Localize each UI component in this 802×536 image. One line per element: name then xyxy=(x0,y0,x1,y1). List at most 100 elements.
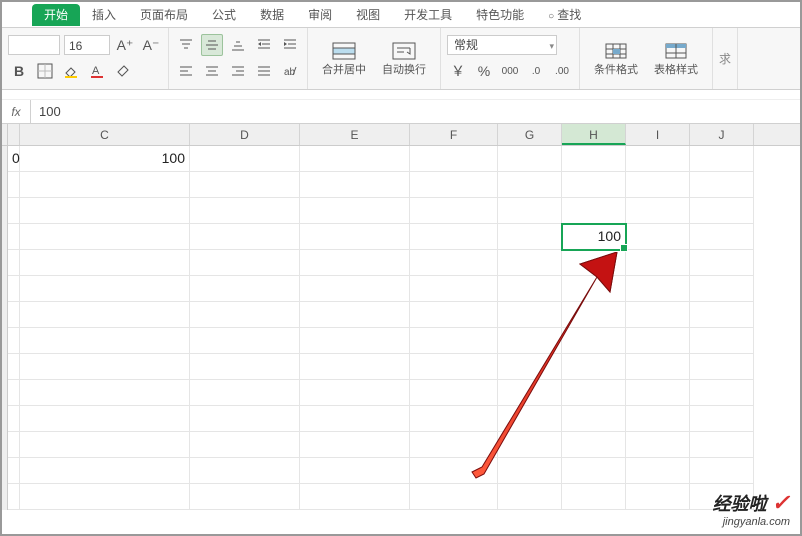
cell[interactable] xyxy=(8,354,20,380)
col-header-g[interactable]: G xyxy=(498,124,562,145)
cell[interactable] xyxy=(300,484,410,510)
border-icon[interactable] xyxy=(34,60,56,82)
wrap-text-button[interactable]: 自动换行 xyxy=(374,32,434,86)
percent-icon[interactable]: % xyxy=(473,60,495,82)
cell[interactable] xyxy=(498,328,562,354)
cell[interactable] xyxy=(20,458,190,484)
cell[interactable] xyxy=(690,302,754,328)
align-bottom-icon[interactable] xyxy=(227,34,249,56)
cell[interactable] xyxy=(562,380,626,406)
tab-insert[interactable]: 插入 xyxy=(80,4,128,26)
cell[interactable] xyxy=(190,484,300,510)
font-color-icon[interactable]: A xyxy=(86,60,108,82)
cell[interactable] xyxy=(690,146,754,172)
cell[interactable] xyxy=(300,328,410,354)
cell[interactable] xyxy=(498,458,562,484)
cell[interactable] xyxy=(410,458,498,484)
cell[interactable] xyxy=(562,302,626,328)
cell[interactable] xyxy=(410,172,498,198)
cell[interactable] xyxy=(20,354,190,380)
cell[interactable] xyxy=(690,250,754,276)
cell[interactable] xyxy=(190,302,300,328)
cell[interactable] xyxy=(498,198,562,224)
indent-decrease-icon[interactable] xyxy=(253,34,275,56)
cell[interactable] xyxy=(690,432,754,458)
col-header-e[interactable]: E xyxy=(300,124,410,145)
cell[interactable] xyxy=(410,432,498,458)
tab-dev[interactable]: 开发工具 xyxy=(392,4,464,26)
cell[interactable] xyxy=(690,380,754,406)
cell[interactable] xyxy=(190,432,300,458)
cell[interactable] xyxy=(8,380,20,406)
tab-data[interactable]: 数据 xyxy=(248,4,296,26)
align-right-icon[interactable] xyxy=(227,60,249,82)
cell[interactable] xyxy=(626,198,690,224)
cell[interactable] xyxy=(562,484,626,510)
cell[interactable] xyxy=(626,380,690,406)
cell[interactable] xyxy=(410,484,498,510)
cell[interactable] xyxy=(300,406,410,432)
cell[interactable] xyxy=(626,276,690,302)
cell[interactable] xyxy=(498,354,562,380)
cell[interactable] xyxy=(626,484,690,510)
cell[interactable] xyxy=(300,432,410,458)
fx-label[interactable]: fx xyxy=(2,105,30,119)
fill-color-icon[interactable] xyxy=(60,60,82,82)
cell[interactable] xyxy=(562,172,626,198)
cell[interactable] xyxy=(190,458,300,484)
cell[interactable] xyxy=(300,458,410,484)
cell[interactable] xyxy=(190,172,300,198)
cell[interactable] xyxy=(498,276,562,302)
cell[interactable] xyxy=(300,302,410,328)
cell[interactable] xyxy=(20,302,190,328)
tab-special[interactable]: 特色功能 xyxy=(464,4,536,26)
cell[interactable] xyxy=(8,198,20,224)
cell[interactable] xyxy=(300,172,410,198)
tab-find[interactable]: 查找 xyxy=(536,4,593,26)
increase-decimal-icon[interactable]: .0 xyxy=(525,60,547,82)
cell[interactable]: 100 xyxy=(562,224,626,250)
cell[interactable] xyxy=(8,302,20,328)
cell[interactable] xyxy=(690,458,754,484)
cell[interactable] xyxy=(8,458,20,484)
cell[interactable] xyxy=(410,198,498,224)
col-header-h[interactable]: H xyxy=(562,124,626,145)
cell[interactable] xyxy=(20,432,190,458)
cell[interactable] xyxy=(8,328,20,354)
align-center-icon[interactable] xyxy=(201,60,223,82)
cell[interactable] xyxy=(190,198,300,224)
formula-input[interactable]: 100 xyxy=(30,100,800,123)
currency-icon[interactable]: ￥ xyxy=(447,60,469,82)
table-style-button[interactable]: 表格样式 xyxy=(646,32,706,86)
cell[interactable] xyxy=(190,354,300,380)
cell[interactable] xyxy=(410,328,498,354)
cell[interactable] xyxy=(410,250,498,276)
col-header-j[interactable]: J xyxy=(690,124,754,145)
increase-font-icon[interactable]: A⁺ xyxy=(114,34,136,56)
cell[interactable] xyxy=(562,406,626,432)
cell[interactable] xyxy=(626,328,690,354)
cell[interactable] xyxy=(8,224,20,250)
cell[interactable] xyxy=(20,484,190,510)
col-header-i[interactable]: I xyxy=(626,124,690,145)
cell[interactable] xyxy=(190,328,300,354)
align-left-icon[interactable] xyxy=(175,60,197,82)
cell[interactable] xyxy=(626,302,690,328)
cell[interactable] xyxy=(562,328,626,354)
cell[interactable] xyxy=(20,198,190,224)
cell[interactable] xyxy=(562,458,626,484)
col-header-c[interactable]: C xyxy=(20,124,190,145)
tab-start[interactable]: 开始 xyxy=(32,4,80,26)
cell[interactable] xyxy=(498,432,562,458)
cell[interactable] xyxy=(20,224,190,250)
cell[interactable]: 100 xyxy=(20,146,190,172)
conditional-format-button[interactable]: 条件格式 xyxy=(586,32,646,86)
cell[interactable] xyxy=(20,172,190,198)
cell[interactable] xyxy=(626,458,690,484)
cell[interactable] xyxy=(562,146,626,172)
cell[interactable] xyxy=(410,354,498,380)
cell[interactable] xyxy=(626,250,690,276)
cell[interactable] xyxy=(8,406,20,432)
align-top-icon[interactable] xyxy=(175,34,197,56)
cell[interactable] xyxy=(20,406,190,432)
